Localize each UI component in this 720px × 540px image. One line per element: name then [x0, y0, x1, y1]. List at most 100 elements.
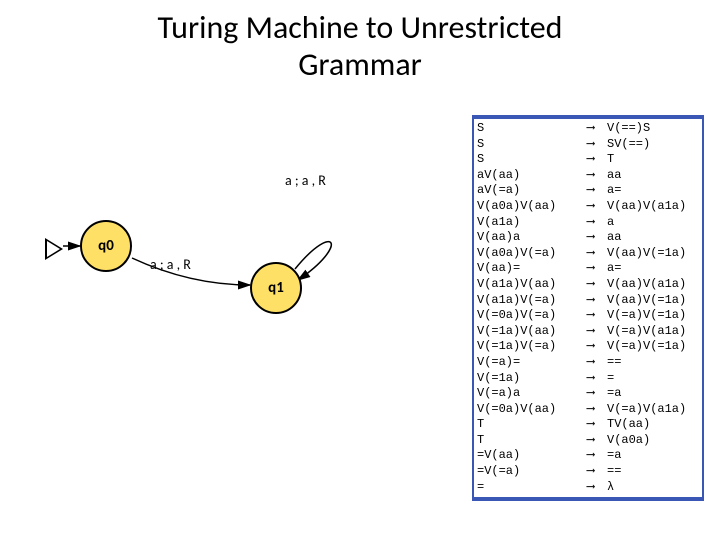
rule-rhs: V(aa)V(=1a) [607, 293, 699, 309]
rule-lhs: V(=0a)V(=a) [477, 308, 587, 324]
rule-lhs: =V(aa) [477, 448, 587, 464]
rule-lhs: V(aa)= [477, 261, 587, 277]
arrow-icon: ⟶ [587, 402, 607, 418]
rule-rhs: =a [607, 448, 699, 464]
rule-rhs: == [607, 464, 699, 480]
arrow-icon: ⟶ [587, 355, 607, 371]
rule-lhs: S [477, 152, 587, 168]
rule-lhs: =V(=a) [477, 464, 587, 480]
arrow-icon: ⟶ [587, 308, 607, 324]
rule-rhs: aa [607, 168, 699, 184]
rule-row: aV(aa)⟶aa [474, 168, 702, 184]
rule-row: =⟶λ [474, 480, 702, 496]
arrow-icon: ⟶ [587, 464, 607, 480]
rule-rhs: = [607, 371, 699, 387]
arrow-icon: ⟶ [587, 324, 607, 340]
rule-rhs: V(aa)V(=1a) [607, 246, 699, 262]
rule-rhs: a= [607, 261, 699, 277]
rule-row: V(aa)=⟶a= [474, 261, 702, 277]
rule-lhs: T [477, 417, 587, 433]
rule-row: V(=a)a⟶=a [474, 386, 702, 402]
rule-lhs: V(a1a)V(=a) [477, 293, 587, 309]
rule-row: V(=1a)⟶= [474, 371, 702, 387]
rule-row: V(a1a)V(=a)⟶V(aa)V(=1a) [474, 293, 702, 309]
rule-lhs: V(a0a)V(=a) [477, 246, 587, 262]
rule-row: V(a1a)⟶a [474, 215, 702, 231]
rule-lhs: aV(=a) [477, 183, 587, 199]
rule-row: =V(=a)⟶== [474, 464, 702, 480]
rule-lhs: S [477, 137, 587, 153]
arrow-icon: ⟶ [587, 293, 607, 309]
title-line-1: Turing Machine to Unrestricted [158, 8, 563, 47]
rule-lhs: V(=1a)V(=a) [477, 339, 587, 355]
rule-rhs: T [607, 152, 699, 168]
rule-row: aV(=a)⟶a= [474, 183, 702, 199]
arrow-icon: ⟶ [587, 230, 607, 246]
rule-row: S⟶V(==)S [474, 121, 702, 137]
rule-lhs: = [477, 480, 587, 496]
arrow-icon: ⟶ [587, 386, 607, 402]
title: Turing Machine to Unrestricted Grammar [0, 10, 720, 84]
arrow-icon: ⟶ [587, 199, 607, 215]
rule-rhs: V(==)S [607, 121, 699, 137]
edge-label-loop: a ; a , R [285, 172, 326, 189]
arrow-icon: ⟶ [587, 371, 607, 387]
rules-body: S⟶V(==)SS⟶SV(==)S⟶TaV(aa)⟶aaaV(=a)⟶a=V(a… [474, 119, 702, 497]
rule-row: =V(aa)⟶=a [474, 448, 702, 464]
rule-lhs: T [477, 433, 587, 449]
rule-row: V(=0a)V(aa)⟶V(=a)V(a1a) [474, 402, 702, 418]
state-q0: q0 [80, 220, 132, 272]
rule-rhs: V(=a)V(=1a) [607, 308, 699, 324]
rule-rhs: V(aa)V(a1a) [607, 277, 699, 293]
grammar-rules-panel: S⟶V(==)SS⟶SV(==)S⟶TaV(aa)⟶aaaV(=a)⟶a=V(a… [472, 115, 704, 501]
arrow-icon: ⟶ [587, 339, 607, 355]
rule-lhs: V(=a)a [477, 386, 587, 402]
rule-lhs: S [477, 121, 587, 137]
rule-lhs: V(=a)= [477, 355, 587, 371]
title-line-2: Grammar [298, 45, 422, 84]
rule-row: S⟶T [474, 152, 702, 168]
rule-row: T⟶TV(aa) [474, 417, 702, 433]
rule-row: V(=1a)V(aa)⟶V(=a)V(a1a) [474, 324, 702, 340]
edge-label-q0q1: a ; a , R [150, 256, 191, 273]
rule-lhs: V(a0a)V(aa) [477, 199, 587, 215]
rule-row: V(a0a)V(aa)⟶V(aa)V(a1a) [474, 199, 702, 215]
arrow-icon: ⟶ [587, 137, 607, 153]
arrow-icon: ⟶ [587, 261, 607, 277]
arrow-icon: ⟶ [587, 121, 607, 137]
rule-row: V(=a)=⟶== [474, 355, 702, 371]
rule-lhs: V(=1a) [477, 371, 587, 387]
arrow-icon: ⟶ [587, 433, 607, 449]
arrow-icon: ⟶ [587, 152, 607, 168]
rule-lhs: aV(aa) [477, 168, 587, 184]
rule-lhs: V(=0a)V(aa) [477, 402, 587, 418]
rule-row: V(a0a)V(=a)⟶V(aa)V(=1a) [474, 246, 702, 262]
arrow-icon: ⟶ [587, 215, 607, 231]
rule-rhs: =a [607, 386, 699, 402]
state-q1-label: q1 [268, 279, 284, 297]
rule-row: T⟶V(a0a) [474, 433, 702, 449]
rule-rhs: == [607, 355, 699, 371]
rule-rhs: a= [607, 183, 699, 199]
rule-lhs: V(=1a)V(aa) [477, 324, 587, 340]
rule-rhs: a [607, 215, 699, 231]
rule-rhs: TV(aa) [607, 417, 699, 433]
rule-rhs: V(aa)V(a1a) [607, 199, 699, 215]
rule-rhs: V(=a)V(a1a) [607, 324, 699, 340]
arrow-icon: ⟶ [587, 246, 607, 262]
state-diagram: q0 q1 a ; a , R a ; a , R [40, 150, 440, 330]
rule-rhs: V(=a)V(=1a) [607, 339, 699, 355]
rule-row: V(=0a)V(=a)⟶V(=a)V(=1a) [474, 308, 702, 324]
arrow-icon: ⟶ [587, 183, 607, 199]
arrow-icon: ⟶ [587, 168, 607, 184]
state-q0-label: q0 [98, 237, 114, 255]
rule-row: V(a1a)V(aa)⟶V(aa)V(a1a) [474, 277, 702, 293]
rule-lhs: V(a1a)V(aa) [477, 277, 587, 293]
rules-bottom-border [474, 497, 702, 501]
arrow-icon: ⟶ [587, 277, 607, 293]
rule-lhs: V(a1a) [477, 215, 587, 231]
rule-row: S⟶SV(==) [474, 137, 702, 153]
arrow-icon: ⟶ [587, 448, 607, 464]
rule-rhs: V(a0a) [607, 433, 699, 449]
arrow-icon: ⟶ [587, 480, 607, 496]
